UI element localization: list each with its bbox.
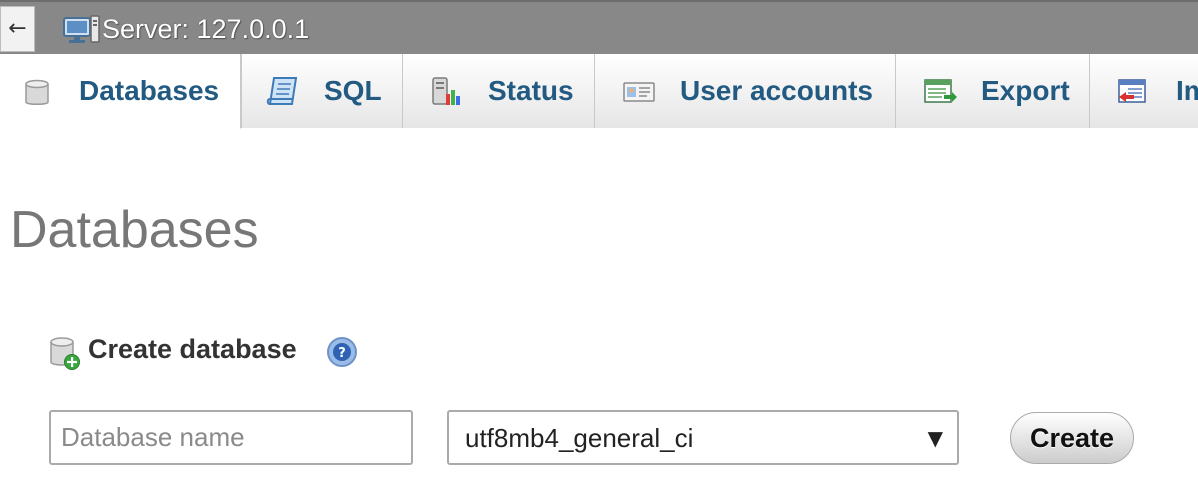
tab-user-accounts[interactable]: User accounts [594, 54, 896, 128]
create-database-heading: Create database [88, 334, 297, 364]
tab-label: Status [488, 75, 574, 106]
tab-label: User accounts [680, 75, 873, 106]
tab-label: Import [1176, 75, 1198, 106]
sql-scroll-icon [266, 77, 298, 105]
server-bar: ← Server: 127.0.0.1 [0, 0, 1198, 54]
tab-export[interactable]: Export [895, 54, 1090, 128]
svg-text:?: ? [338, 346, 346, 361]
database-icon [25, 79, 49, 105]
collation-selected-value: utf8mb4_general_ci [465, 423, 694, 453]
back-arrow-icon[interactable]: ← [0, 6, 35, 52]
import-icon [1118, 79, 1146, 103]
database-name-input[interactable] [49, 410, 413, 465]
user-accounts-icon [623, 82, 655, 102]
dropdown-arrow-icon: ▼ [927, 426, 943, 450]
collation-select[interactable]: utf8mb4_general_ci ▼ [447, 410, 959, 465]
tab-import[interactable]: Import [1089, 54, 1198, 128]
top-menu-tabs: Databases SQL Status User accounts Expor… [0, 54, 1198, 129]
server-icon [63, 15, 100, 43]
export-icon [924, 79, 957, 103]
tab-label: Export [981, 75, 1070, 106]
server-label[interactable]: Server: 127.0.0.1 [102, 13, 309, 45]
tab-label: Databases [79, 75, 220, 106]
page-title: Databases [10, 201, 259, 259]
create-button[interactable]: Create [1010, 412, 1134, 464]
tab-databases[interactable]: Databases [0, 54, 241, 129]
tab-label: SQL [324, 75, 382, 106]
status-chart-icon [432, 77, 460, 105]
tab-status[interactable]: Status [402, 54, 595, 128]
help-icon[interactable]: ? [326, 336, 358, 368]
tab-sql[interactable]: SQL [241, 54, 403, 128]
create-database-icon [50, 337, 80, 370]
